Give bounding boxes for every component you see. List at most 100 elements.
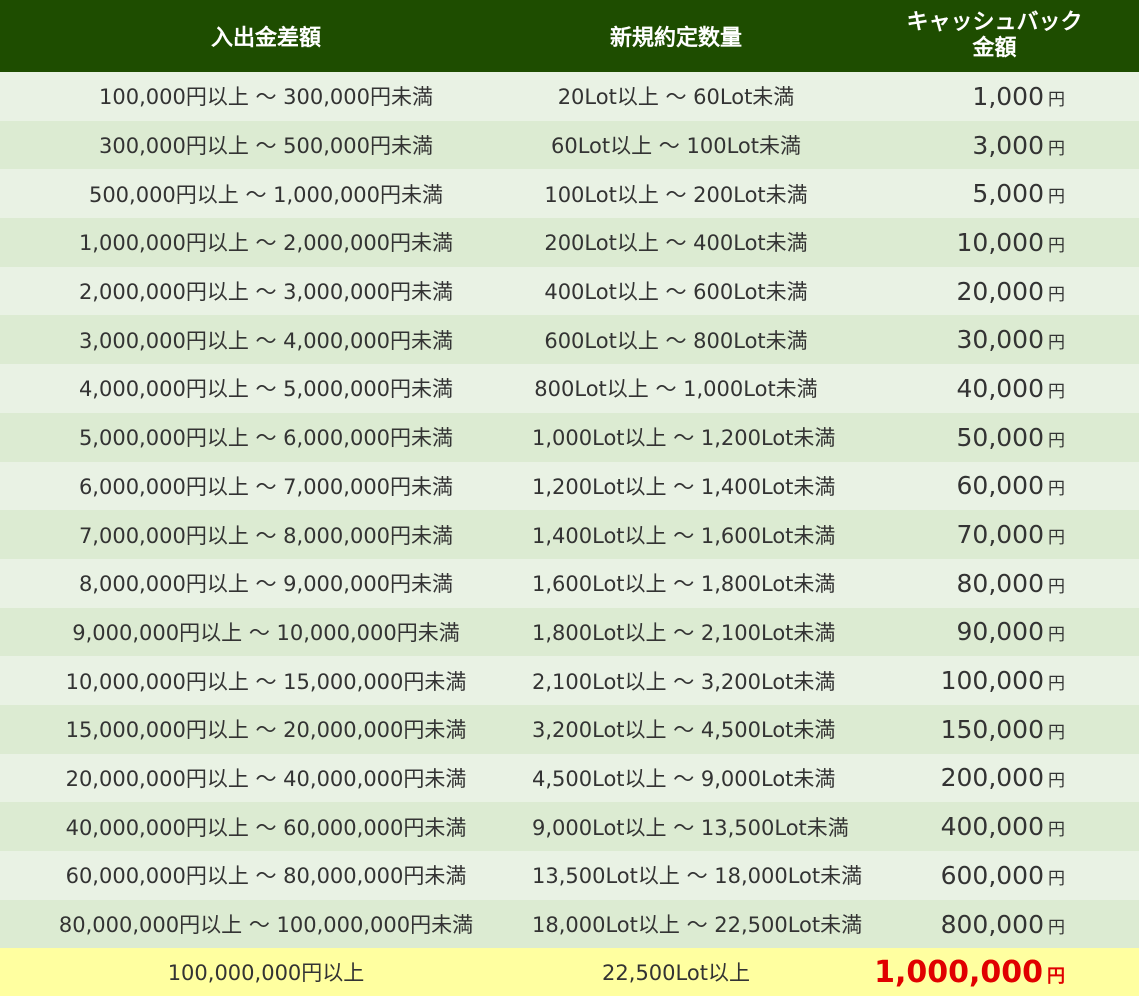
table-row: 300,000円以上 〜 500,000円未満 60Lot以上 〜 100Lot未… bbox=[0, 120, 1139, 170]
table-row: 100,000円以上 〜 300,000円未満 20Lot以上 〜 60Lot未満… bbox=[0, 72, 1139, 121]
cashback-cell: 40,000 円 bbox=[820, 374, 1139, 403]
cashback-cell: 200,000 円 bbox=[820, 763, 1139, 792]
lot-range-cell: 4,500Lot以上 〜 9,000Lot未満 bbox=[532, 766, 836, 791]
table-row: 15,000,000円以上 〜 20,000,000円未満 3,200Lot以上 … bbox=[0, 704, 1139, 754]
header-cashback-line2: 金額 bbox=[972, 36, 1017, 61]
deposit-range-cell: 20,000,000円以上 〜 40,000,000円未満 bbox=[65, 766, 467, 791]
cashback-amount: 50,000 bbox=[956, 422, 1044, 452]
cashback-cell: 60,000 円 bbox=[820, 471, 1139, 500]
table-row: 1,000,000円以上 〜 2,000,000円未満 200Lot以上 〜 40… bbox=[0, 218, 1139, 267]
deposit-range-cell: 2,000,000円以上 〜 3,000,000円未満 bbox=[78, 280, 454, 305]
deposit-range-cell: 60,000,000円以上 〜 80,000,000円未満 bbox=[65, 864, 467, 889]
lot-range-cell: 1,400Lot以上 〜 1,600Lot未満 bbox=[532, 523, 836, 548]
cashback-cell: 400,000 円 bbox=[820, 812, 1139, 841]
header-cashback-line1: キャッシュバック bbox=[906, 10, 1083, 35]
deposit-range-cell: 9,000,000円以上 〜 10,000,000円未満 bbox=[72, 620, 460, 645]
lot-range-cell: 400Lot以上 〜 600Lot未満 bbox=[544, 280, 808, 305]
lot-range-cell: 9,000Lot以上 〜 13,500Lot未満 bbox=[532, 815, 849, 840]
lot-range-cell: 2,100Lot以上 〜 3,200Lot未満 bbox=[532, 669, 836, 694]
table-row: 20,000,000円以上 〜 40,000,000円未満 4,500Lot以上 … bbox=[0, 753, 1139, 803]
yen-unit: 円 bbox=[1047, 965, 1065, 987]
table-row: 4,000,000円以上 〜 5,000,000円未満 800Lot以上 〜 1,… bbox=[0, 364, 1139, 413]
cashback-amount: 150,000 bbox=[940, 714, 1044, 744]
yen-unit: 円 bbox=[1048, 381, 1065, 402]
deposit-range-cell: 40,000,000円以上 〜 60,000,000円未満 bbox=[65, 815, 467, 840]
deposit-range-cell: 500,000円以上 〜 1,000,000円未満 bbox=[88, 182, 444, 207]
deposit-range-cell: 10,000,000円以上 〜 15,000,000円未満 bbox=[65, 669, 467, 694]
cashback-cell: 30,000 円 bbox=[820, 325, 1139, 354]
table-body: 100,000円以上 〜 300,000円未満 20Lot以上 〜 60Lot未満… bbox=[0, 72, 1139, 949]
deposit-range-cell: 8,000,000円以上 〜 9,000,000円未満 bbox=[78, 572, 454, 597]
table-row: 500,000円以上 〜 1,000,000円未満 100Lot以上 〜 200L… bbox=[0, 169, 1139, 219]
cashback-amount: 10,000 bbox=[956, 227, 1044, 257]
table-row: 8,000,000円以上 〜 9,000,000円未満 1,600Lot以上 〜 … bbox=[0, 558, 1139, 608]
lot-range-cell: 1,200Lot以上 〜 1,400Lot未満 bbox=[532, 474, 836, 499]
table-row-top-tier: 100,000,000円以上 22,500Lot以上 1,000,000 円 bbox=[0, 948, 1139, 997]
yen-unit: 円 bbox=[1048, 625, 1065, 646]
deposit-range-cell: 300,000円以上 〜 500,000円未満 bbox=[98, 134, 434, 159]
yen-unit: 円 bbox=[1048, 187, 1065, 208]
table-header: 入出金差額 新規約定数量 キャッシュバック 金額 bbox=[0, 0, 1139, 72]
header-new-contract-volume: 新規約定数量 bbox=[609, 26, 742, 51]
table-row: 3,000,000円以上 〜 4,000,000円未満 600Lot以上 〜 80… bbox=[0, 315, 1139, 365]
cashback-amount: 20,000 bbox=[956, 276, 1044, 306]
cashback-amount: 40,000 bbox=[956, 373, 1044, 403]
yen-unit: 円 bbox=[1048, 235, 1065, 256]
cashback-amount: 200,000 bbox=[940, 763, 1044, 793]
yen-unit: 円 bbox=[1048, 771, 1065, 792]
yen-unit: 円 bbox=[1048, 138, 1065, 159]
deposit-range-cell: 7,000,000円以上 〜 8,000,000円未満 bbox=[78, 523, 454, 548]
yen-unit: 円 bbox=[1048, 674, 1065, 695]
table-row: 10,000,000円以上 〜 15,000,000円未満 2,100Lot以上 … bbox=[0, 656, 1139, 705]
header-cashback-amount: キャッシュバック 金額 bbox=[820, 10, 1139, 62]
lot-range-cell: 800Lot以上 〜 1,000Lot未満 bbox=[534, 377, 818, 402]
yen-unit: 円 bbox=[1048, 868, 1065, 889]
yen-unit: 円 bbox=[1048, 479, 1065, 500]
cashback-cell: 5,000 円 bbox=[820, 179, 1139, 208]
cashback-amount: 400,000 bbox=[940, 812, 1044, 842]
yen-unit: 円 bbox=[1048, 722, 1065, 743]
cashback-amount: 5,000 bbox=[972, 179, 1044, 209]
deposit-range-cell: 4,000,000円以上 〜 5,000,000円未満 bbox=[78, 377, 454, 402]
deposit-range-cell: 1,000,000円以上 〜 2,000,000円未満 bbox=[78, 231, 454, 256]
lot-range-cell: 600Lot以上 〜 800Lot未満 bbox=[544, 328, 808, 353]
cashback-cell: 80,000 円 bbox=[820, 569, 1139, 598]
table-row: 9,000,000円以上 〜 10,000,000円未満 1,800Lot以上 〜… bbox=[0, 607, 1139, 657]
yen-unit: 円 bbox=[1048, 917, 1065, 938]
deposit-range-cell: 3,000,000円以上 〜 4,000,000円未満 bbox=[78, 328, 454, 353]
table-row: 40,000,000円以上 〜 60,000,000円未満 9,000Lot以上 … bbox=[0, 802, 1139, 851]
cashback-cell: 100,000 円 bbox=[820, 666, 1139, 695]
cashback-amount: 90,000 bbox=[956, 617, 1044, 647]
deposit-range-cell: 15,000,000円以上 〜 20,000,000円未満 bbox=[65, 718, 467, 743]
yen-unit: 円 bbox=[1048, 576, 1065, 597]
yen-unit: 円 bbox=[1048, 284, 1065, 305]
table-row: 80,000,000円以上 〜 100,000,000円未満 18,000Lot以… bbox=[0, 899, 1139, 949]
cashback-amount: 80,000 bbox=[956, 568, 1044, 598]
cashback-amount: 3,000 bbox=[972, 130, 1044, 160]
lot-range-cell: 200Lot以上 〜 400Lot未満 bbox=[544, 231, 808, 256]
lot-range-cell: 20Lot以上 〜 60Lot未満 bbox=[557, 85, 795, 110]
yen-unit: 円 bbox=[1048, 528, 1065, 549]
lot-range-cell: 13,500Lot以上 〜 18,000Lot未満 bbox=[532, 864, 863, 889]
deposit-range-cell: 6,000,000円以上 〜 7,000,000円未満 bbox=[78, 474, 454, 499]
lot-range-cell: 1,600Lot以上 〜 1,800Lot未満 bbox=[532, 572, 836, 597]
cashback-cell: 20,000 円 bbox=[820, 277, 1139, 306]
cashback-amount: 800,000 bbox=[940, 909, 1044, 939]
cashback-amount: 70,000 bbox=[956, 520, 1044, 550]
lot-range-cell: 60Lot以上 〜 100Lot未満 bbox=[551, 134, 801, 159]
lot-range-cell: 100Lot以上 〜 200Lot未満 bbox=[544, 182, 808, 207]
deposit-range-cell: 100,000,000円以上 bbox=[167, 961, 365, 986]
cashback-cell: 3,000 円 bbox=[820, 131, 1139, 160]
yen-unit: 円 bbox=[1048, 820, 1065, 841]
cashback-cell: 800,000 円 bbox=[820, 910, 1139, 939]
cashback-cell: 1,000,000 円 bbox=[820, 955, 1139, 990]
yen-unit: 円 bbox=[1048, 89, 1065, 110]
cashback-amount: 1,000 bbox=[972, 81, 1044, 111]
cashback-amount: 60,000 bbox=[956, 471, 1044, 501]
cashback-table: 入出金差額 新規約定数量 キャッシュバック 金額 100,000円以上 〜 30… bbox=[0, 0, 1139, 1004]
yen-unit: 円 bbox=[1048, 430, 1065, 451]
yen-unit: 円 bbox=[1048, 333, 1065, 354]
table-row: 6,000,000円以上 〜 7,000,000円未満 1,200Lot以上 〜 … bbox=[0, 461, 1139, 511]
lot-range-cell: 3,200Lot以上 〜 4,500Lot未満 bbox=[532, 718, 836, 743]
deposit-range-cell: 100,000円以上 〜 300,000円未満 bbox=[98, 85, 434, 110]
